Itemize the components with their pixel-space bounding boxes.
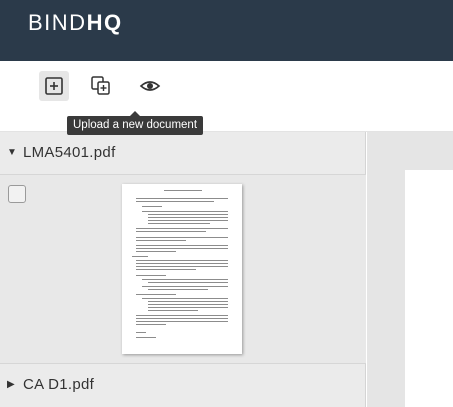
bindhq-logo[interactable]: BINDHQ bbox=[28, 11, 123, 35]
upload-tooltip: Upload a new document bbox=[67, 111, 204, 135]
eye-icon bbox=[139, 81, 161, 91]
page-select-checkbox[interactable] bbox=[8, 185, 26, 203]
collapse-arrow-icon[interactable]: ▶ bbox=[7, 379, 15, 390]
document-header-lma5401[interactable]: ▼ LMA5401.pdf bbox=[0, 132, 366, 172]
document-header-ca-d1[interactable]: ▶ CA D1.pdf bbox=[0, 364, 366, 404]
document-page-preview bbox=[405, 170, 453, 407]
document-pages-lma5401 bbox=[0, 174, 366, 364]
top-bar: BINDHQ bbox=[0, 0, 453, 61]
document-list-panel: ▼ LMA5401.pdf ▶ CA D1.pdf bbox=[0, 132, 366, 407]
merge-documents-button[interactable] bbox=[86, 71, 116, 101]
copy-merge-icon bbox=[91, 76, 110, 95]
upload-document-button[interactable] bbox=[39, 71, 69, 101]
document-name[interactable]: CA D1.pdf bbox=[23, 376, 94, 393]
logo-text-bold: HQ bbox=[86, 10, 123, 35]
plus-square-icon bbox=[45, 77, 63, 95]
logo-text-light: BIND bbox=[28, 10, 87, 35]
page-thumbnail[interactable] bbox=[122, 184, 242, 354]
preview-button[interactable] bbox=[135, 71, 165, 101]
expand-arrow-icon[interactable]: ▼ bbox=[7, 147, 17, 158]
document-name[interactable]: LMA5401.pdf bbox=[23, 144, 116, 161]
